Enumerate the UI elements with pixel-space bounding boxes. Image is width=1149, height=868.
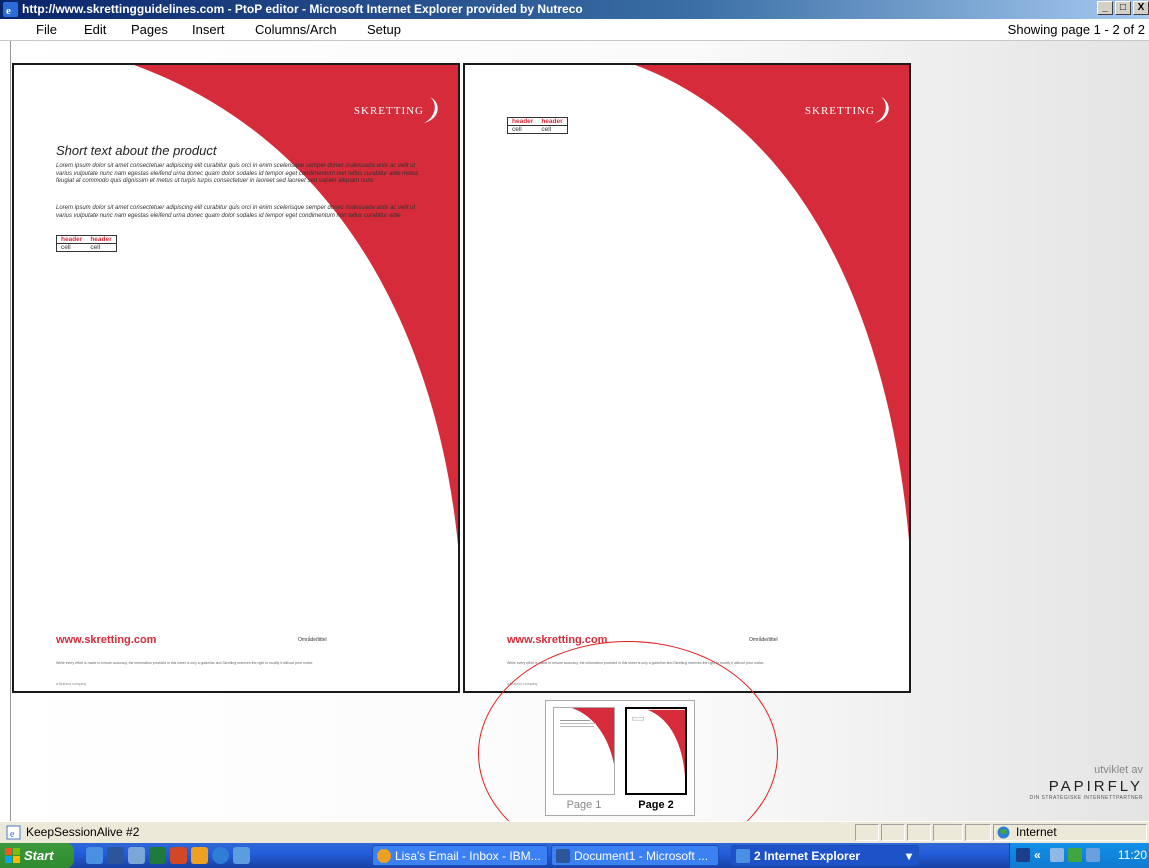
menu-file[interactable]: File bbox=[36, 19, 57, 41]
security-zone: Internet bbox=[993, 824, 1147, 841]
lotus-notes-icon bbox=[377, 849, 391, 863]
editor-canvas: SKRETTING Short text about the product L… bbox=[0, 41, 1149, 821]
window-title-bar[interactable]: e http://www.skrettingguidelines.com - P… bbox=[0, 0, 1149, 19]
skretting-logo: SKRETTING bbox=[804, 105, 875, 117]
red-arch-graphic bbox=[134, 65, 458, 546]
page-1[interactable]: SKRETTING Short text about the product L… bbox=[12, 63, 460, 693]
table-header: header bbox=[537, 117, 568, 126]
papirfly-branding: utviklet av PAPIRFLY DIN STRATEGISKE INT… bbox=[1029, 764, 1143, 801]
windows-flag-icon bbox=[5, 848, 20, 863]
papirfly-tagline: DIN STRATEGISKE INTERNETTPARTNER bbox=[1029, 795, 1143, 801]
papirfly-logo: PAPIRFLY bbox=[1048, 778, 1143, 795]
content-table[interactable]: header header cell cell bbox=[507, 117, 568, 134]
tray-collapse-button[interactable]: « bbox=[1034, 843, 1041, 868]
area-title: Område/tittel bbox=[298, 637, 327, 643]
task-internet-explorer[interactable]: 2 Internet Explorer ▾ bbox=[731, 845, 919, 866]
disclaimer-text: While every effort is made to ensure acc… bbox=[56, 661, 314, 665]
quick-launch-desktop-icon[interactable] bbox=[233, 847, 250, 864]
svg-text:e: e bbox=[10, 829, 15, 840]
content-table[interactable]: header header cell cell bbox=[56, 235, 117, 252]
table-cell: cell bbox=[541, 126, 552, 133]
table-cell: cell bbox=[61, 244, 71, 251]
task-document[interactable]: Document1 - Microsoft ... bbox=[551, 845, 719, 866]
table-header: header bbox=[56, 235, 87, 244]
body-paragraph[interactable]: Lorem ipsum dolor sit amet consectetuer … bbox=[56, 163, 428, 186]
quick-launch-ie-icon[interactable] bbox=[86, 847, 103, 864]
status-panel bbox=[965, 824, 991, 841]
thumbnail-preview bbox=[560, 708, 614, 765]
quick-launch-notes-icon[interactable] bbox=[191, 847, 208, 864]
developed-by-label: utviklet av bbox=[1094, 764, 1143, 776]
internet-explorer-icon bbox=[736, 849, 750, 863]
word-icon bbox=[556, 849, 570, 863]
tray-network-icon[interactable] bbox=[1068, 848, 1082, 862]
quick-launch-app-icon[interactable] bbox=[128, 847, 145, 864]
status-panel bbox=[855, 824, 879, 841]
menu-bar: File Edit Pages Insert Columns/Arch Setu… bbox=[0, 19, 1149, 41]
skretting-logo: SKRETTING bbox=[353, 105, 424, 117]
website-url: www.skretting.com bbox=[56, 634, 157, 646]
task-group-arrow: ▾ bbox=[905, 849, 912, 863]
quick-launch-media-icon[interactable] bbox=[212, 847, 229, 864]
thumbnail-label: Page 2 bbox=[638, 799, 674, 811]
disclaimer-text: While every effort is made to ensure acc… bbox=[507, 661, 765, 665]
table-header: header bbox=[86, 235, 117, 244]
close-button[interactable]: X bbox=[1133, 1, 1149, 15]
task-label: 2 Internet Explorer bbox=[754, 849, 861, 863]
red-arch-graphic bbox=[635, 65, 909, 541]
status-text: KeepSessionAlive #2 bbox=[26, 825, 140, 839]
table-cell: cell bbox=[512, 126, 522, 133]
skretting-swoosh-icon bbox=[875, 97, 889, 123]
page-icon: e bbox=[6, 825, 21, 840]
area-title: Område/tittel bbox=[749, 637, 778, 643]
start-label: Start bbox=[24, 848, 54, 863]
status-panel bbox=[907, 824, 931, 841]
quick-launch-word-icon[interactable] bbox=[107, 847, 124, 864]
status-bar: e KeepSessionAlive #2 Internet bbox=[0, 821, 1149, 843]
thumbnail-page-2[interactable] bbox=[625, 707, 687, 795]
menu-insert[interactable]: Insert bbox=[192, 19, 225, 41]
quick-launch-excel-icon[interactable] bbox=[149, 847, 166, 864]
status-panel bbox=[881, 824, 905, 841]
language-indicator-icon[interactable] bbox=[1016, 848, 1030, 862]
task-label: Document1 - Microsoft ... bbox=[574, 849, 709, 863]
quick-launch-powerpoint-icon[interactable] bbox=[170, 847, 187, 864]
page-2[interactable]: SKRETTING header header cell cell www.skre… bbox=[463, 63, 911, 693]
zone-label: Internet bbox=[1016, 825, 1057, 839]
company-note: a Nutreco company bbox=[56, 682, 87, 686]
tray-app-icon[interactable] bbox=[1086, 848, 1100, 862]
company-note: a Nutreco company bbox=[507, 682, 538, 686]
globe-icon bbox=[997, 826, 1010, 839]
svg-text:e: e bbox=[6, 5, 11, 17]
page-thumbnail-strip: Page 1 Page 2 bbox=[545, 700, 695, 816]
website-url: www.skretting.com bbox=[507, 634, 608, 646]
start-button[interactable]: Start bbox=[0, 843, 74, 868]
product-title[interactable]: Short text about the product bbox=[56, 143, 216, 158]
tray-app-icon[interactable] bbox=[1050, 848, 1064, 862]
window-title: http://www.skrettingguidelines.com - Pto… bbox=[22, 2, 583, 16]
menu-pages[interactable]: Pages bbox=[131, 19, 168, 41]
system-tray: « 11:20 bbox=[1009, 843, 1149, 868]
task-email[interactable]: Lisa's Email - Inbox - IBM... bbox=[372, 845, 548, 866]
thumbnail-label: Page 1 bbox=[566, 799, 602, 811]
internet-explorer-icon: e bbox=[3, 2, 18, 17]
thumbnail-preview bbox=[632, 709, 685, 778]
maximize-button[interactable]: □ bbox=[1115, 1, 1131, 15]
menu-edit[interactable]: Edit bbox=[84, 19, 106, 41]
page-count-status: Showing page 1 - 2 of 2 bbox=[1007, 22, 1145, 37]
menu-setup[interactable]: Setup bbox=[367, 19, 401, 41]
clock: 11:20 bbox=[1117, 848, 1147, 862]
skretting-swoosh-icon bbox=[424, 97, 438, 123]
table-cell: cell bbox=[90, 244, 101, 251]
taskbar: Start Lisa's Email - Inbox - IBM... Docu… bbox=[0, 843, 1149, 868]
menu-columns-arch[interactable]: Columns/Arch bbox=[255, 19, 337, 41]
table-header: header bbox=[507, 117, 538, 126]
status-panel bbox=[933, 824, 963, 841]
screen: e http://www.skrettingguidelines.com - P… bbox=[0, 0, 1149, 868]
body-paragraph[interactable]: Lorem ipsum dolor sit amet consectetuer … bbox=[56, 205, 428, 220]
minimize-button[interactable]: _ bbox=[1097, 1, 1113, 15]
thumbnail-page-1[interactable] bbox=[553, 707, 615, 795]
task-label: Lisa's Email - Inbox - IBM... bbox=[395, 849, 541, 863]
